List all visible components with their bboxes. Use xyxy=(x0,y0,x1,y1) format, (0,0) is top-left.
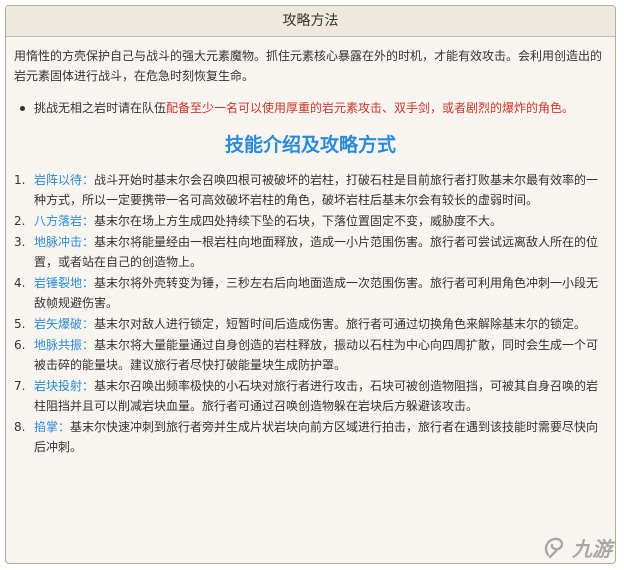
skill-name: 八方落岩： xyxy=(34,214,95,228)
skill-item: 4. 岩锤裂地：基末尔将外壳转变为锤，三秒左右后向地面造成一次范围伤害。旅行者可利… xyxy=(14,273,607,313)
skill-item: 6. 地脉共振：基末尔将大量能量通过自身创造的岩柱释放，振动以石柱为中心向四周扩散… xyxy=(14,335,607,375)
section-title: 技能介绍及攻略方式 xyxy=(224,134,396,156)
strategy-panel: 攻略方法 用惰性的方壳保护自己与战斗的强大元素魔物。抓住元素核心暴露在外的时机，… xyxy=(5,5,616,564)
skill-name: 地脉共振： xyxy=(34,338,95,352)
skill-description: 战斗开始时基末尔会召唤四根可被破坏的岩柱，打破石柱是目前旅行者打败基末尔最有效率… xyxy=(34,173,599,207)
skill-number: 2. xyxy=(14,214,26,228)
skill-name: 地脉冲击： xyxy=(34,235,95,249)
tip-list: 挑战无相之岩时请在队伍配备至少一名可以使用厚重的岩元素攻击、双手剑，或者剧烈的爆… xyxy=(14,98,607,118)
skill-description: 基末尔对敌人进行锁定，短暂时间后造成伤害。旅行者可通过切换角色来解除基末尔的锁定… xyxy=(94,317,587,331)
intro-paragraph: 用惰性的方壳保护自己与战斗的强大元素魔物。抓住元素核心暴露在外的时机，才能有效攻… xyxy=(14,49,603,83)
skill-number: 1. xyxy=(14,173,26,187)
tip-item: 挑战无相之岩时请在队伍配备至少一名可以使用厚重的岩元素攻击、双手剑，或者剧烈的爆… xyxy=(20,98,607,118)
tip-prefix: 挑战无相之岩时请在队伍 xyxy=(34,101,167,115)
skill-description: 基末尔在场上方生成四处持续下坠的石块，下落位置固定不变，威胁度不大。 xyxy=(94,214,503,228)
skill-item: 3. 地脉冲击：基末尔将能量经由一根岩柱向地面释放，造成一小片范围伤害。旅行者可尝… xyxy=(14,232,607,272)
skill-item: 7. 岩块投射：基末尔召唤出频率极快的小石块对旅行者进行攻击，石块可被创造物阻挡，… xyxy=(14,376,607,416)
skill-item: 5. 岩矢爆破：基末尔对敌人进行锁定，短暂时间后造成伤害。旅行者可通过切换角色来解… xyxy=(14,314,607,334)
skill-name: 掐掌： xyxy=(34,420,71,434)
skill-item: 2. 八方落岩：基末尔在场上方生成四处持续下坠的石块，下落位置固定不变，威胁度不大… xyxy=(14,211,607,231)
skill-name: 岩锤裂地： xyxy=(34,276,95,290)
panel-title: 攻略方法 xyxy=(6,6,615,37)
skill-number: 7. xyxy=(14,379,26,393)
skill-description: 基末尔将大量能量通过自身创造的岩柱释放，振动以石柱为中心向四周扩散，同时会生成一… xyxy=(34,338,599,372)
skill-name: 岩阵以待： xyxy=(34,173,95,187)
skill-item: 1. 岩阵以待：战斗开始时基末尔会召唤四根可被破坏的岩柱，打破石柱是目前旅行者打败… xyxy=(14,170,607,210)
skill-name: 岩块投射： xyxy=(34,379,95,393)
skill-number: 3. xyxy=(14,235,26,249)
skill-description: 基末尔快速冲刺到旅行者旁并生成片状岩块向前方区域进行拍击，旅行者在遇到该技能时需… xyxy=(34,420,599,454)
skill-number: 6. xyxy=(14,338,26,352)
watermark-logo-icon xyxy=(544,537,564,558)
skill-number: 5. xyxy=(14,317,26,331)
skill-description: 基末尔将能量经由一根岩柱向地面释放，造成一小片范围伤害。旅行者可尝试远离敌人所在… xyxy=(34,235,599,269)
tip-highlight: 配备至少一名可以使用厚重的岩元素攻击、双手剑，或者剧烈的爆炸的角色。 xyxy=(166,101,575,115)
skill-list: 1. 岩阵以待：战斗开始时基末尔会召唤四根可被破坏的岩柱，打破石柱是目前旅行者打败… xyxy=(14,170,607,457)
watermark-text: 九游 xyxy=(572,537,612,561)
skill-item: 8. 掐掌：基末尔快速冲刺到旅行者旁并生成片状岩块向前方区域进行拍击，旅行者在遇到… xyxy=(14,417,607,457)
skill-description: 基末尔将外壳转变为锤，三秒左右后向地面造成一次范围伤害。旅行者可利用角色冲刺一小… xyxy=(34,276,599,310)
watermark: 九游 xyxy=(542,533,612,562)
skill-number: 8. xyxy=(14,420,26,434)
skill-number: 4. xyxy=(14,276,26,290)
panel-body: 用惰性的方壳保护自己与战斗的强大元素魔物。抓住元素核心暴露在外的时机，才能有效攻… xyxy=(6,37,615,457)
skill-name: 岩矢爆破： xyxy=(34,317,95,331)
skill-description: 基末尔召唤出频率极快的小石块对旅行者进行攻击，石块可被创造物阻挡，可被其自身召唤… xyxy=(34,379,599,413)
